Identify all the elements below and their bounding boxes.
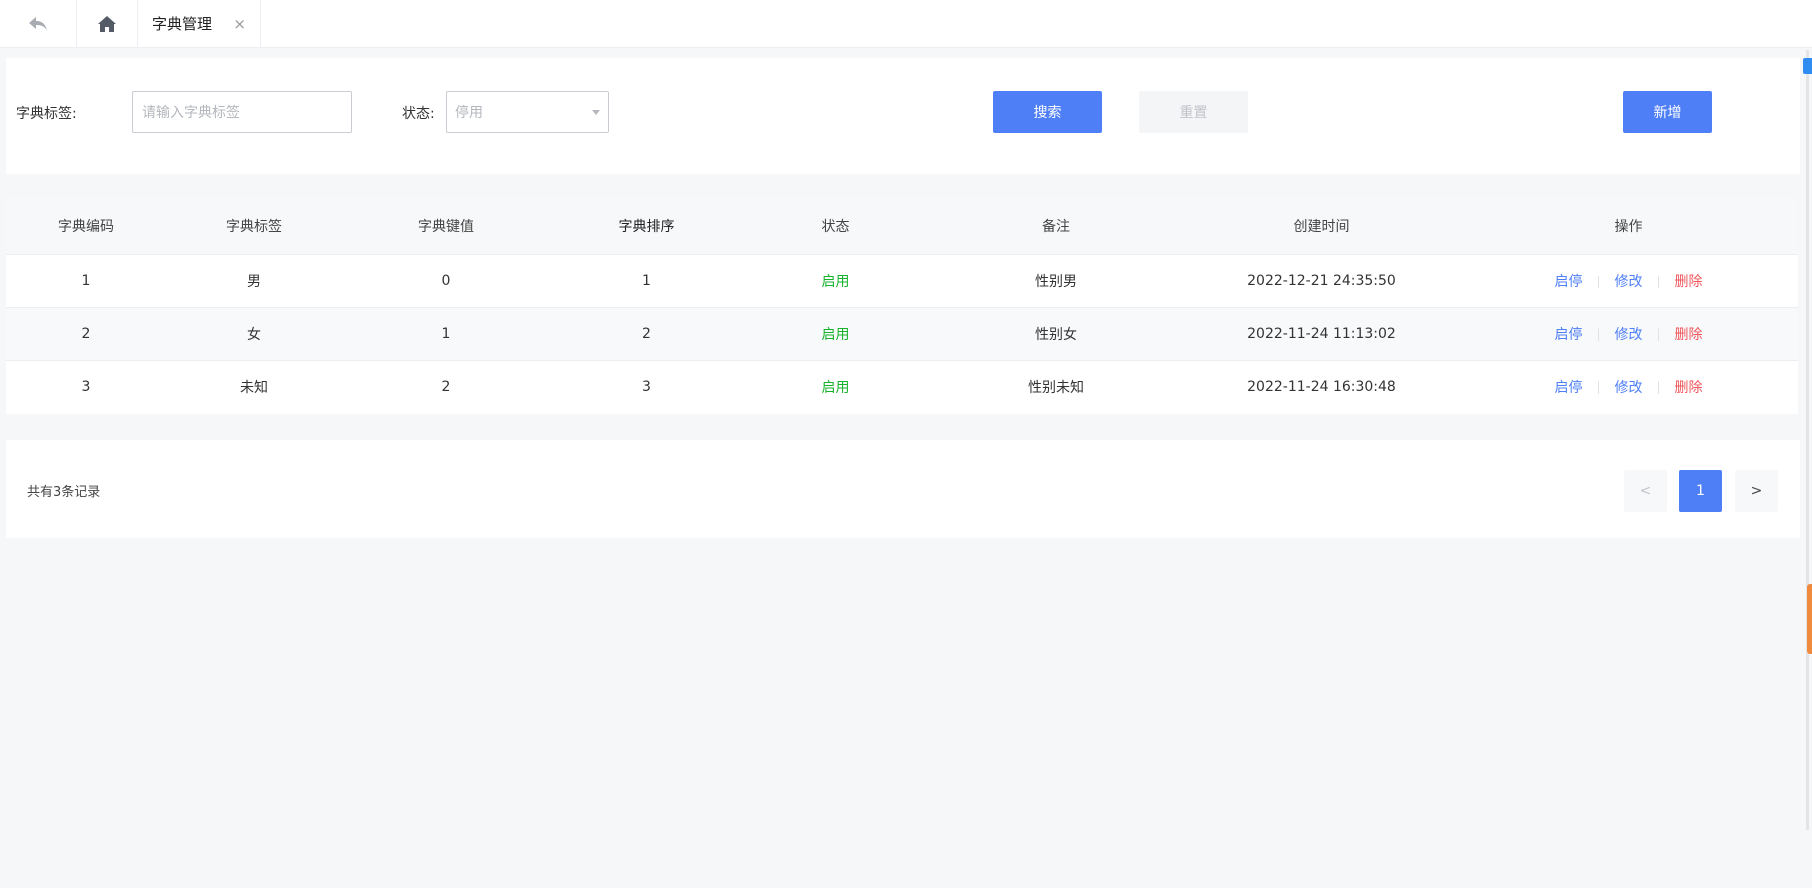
status-select-value: 停用: [455, 105, 483, 121]
cell-created: 2022-11-24 11:13:02: [1184, 306, 1459, 360]
header-remark: 备注: [928, 198, 1184, 254]
next-page-button[interactable]: >: [1735, 470, 1778, 512]
cell-code: 2: [6, 306, 166, 360]
dict-label-input[interactable]: [132, 91, 352, 133]
edit-button[interactable]: 修改: [1601, 377, 1657, 397]
header-key: 字典键值: [342, 198, 550, 254]
search-panel: 字典标签: 状态: 停用 搜索 重置 新增: [6, 58, 1800, 174]
close-icon[interactable]: ×: [233, 15, 246, 33]
table-row: 1 男 0 1 启用 性别男 2022-12-21 24:35:50 启停 | …: [6, 253, 1798, 307]
cell-status: 启用: [743, 253, 928, 307]
cell-key: 1: [342, 306, 550, 360]
table-header-row: 字典编码 字典标签 字典键值 字典排序 状态 备注 创建时间 操作: [6, 198, 1798, 254]
cell-actions: 启停 | 修改 | 删除: [1459, 253, 1798, 307]
delete-button[interactable]: 删除: [1661, 271, 1717, 291]
side-tab-handle[interactable]: [1803, 58, 1812, 74]
chevron-down-icon: [592, 109, 600, 115]
back-button[interactable]: [0, 0, 77, 47]
toggle-button[interactable]: 启停: [1540, 377, 1596, 397]
cell-actions: 启停 | 修改 | 删除: [1459, 306, 1798, 360]
edit-button[interactable]: 修改: [1601, 324, 1657, 344]
pagination-bar: 共有3条记录 < 1 >: [6, 440, 1800, 538]
cell-key: 0: [342, 253, 550, 307]
cell-remark: 性别女: [928, 306, 1184, 360]
header-label: 字典标签: [166, 198, 342, 254]
search-button[interactable]: 搜索: [993, 91, 1102, 133]
add-button[interactable]: 新增: [1623, 91, 1712, 133]
dict-label-field-label: 字典标签:: [16, 106, 77, 122]
cell-sort: 2: [550, 306, 743, 360]
header-code: 字典编码: [6, 198, 166, 254]
cell-remark: 性别男: [928, 253, 1184, 307]
total-records: 共有3条记录: [27, 485, 101, 500]
page-1-button[interactable]: 1: [1679, 470, 1722, 512]
dictionary-table: 字典编码 字典标签 字典键值 字典排序 状态 备注 创建时间 操作 1 男 0 …: [6, 198, 1798, 414]
cell-status: 启用: [743, 306, 928, 360]
cell-sort: 1: [550, 253, 743, 307]
cell-sort: 3: [550, 359, 743, 413]
cell-created: 2022-11-24 16:30:48: [1184, 359, 1459, 413]
scrollbar[interactable]: [1806, 50, 1809, 830]
header-created: 创建时间: [1184, 198, 1459, 254]
prev-page-button[interactable]: <: [1624, 470, 1667, 512]
delete-button[interactable]: 删除: [1661, 324, 1717, 344]
home-button[interactable]: [77, 0, 138, 47]
cell-status: 启用: [743, 359, 928, 413]
table-row: 2 女 1 2 启用 性别女 2022-11-24 11:13:02 启停 | …: [6, 306, 1798, 360]
cell-label: 女: [166, 306, 342, 360]
cell-key: 2: [342, 359, 550, 413]
cell-actions: 启停 | 修改 | 删除: [1459, 359, 1798, 413]
cell-label: 男: [166, 253, 342, 307]
tab-dictionary-management[interactable]: 字典管理 ×: [138, 0, 261, 47]
edit-button[interactable]: 修改: [1601, 271, 1657, 291]
header-sort: 字典排序: [550, 198, 743, 254]
cell-code: 1: [6, 253, 166, 307]
toggle-button[interactable]: 启停: [1540, 271, 1596, 291]
header-status: 状态: [743, 198, 928, 254]
delete-button[interactable]: 删除: [1661, 377, 1717, 397]
reset-button[interactable]: 重置: [1139, 91, 1248, 133]
side-float-handle[interactable]: [1807, 584, 1812, 654]
status-select[interactable]: 停用: [446, 91, 609, 133]
home-icon: [98, 15, 116, 32]
back-arrow-icon: [29, 16, 47, 31]
toggle-button[interactable]: 启停: [1540, 324, 1596, 344]
cell-remark: 性别未知: [928, 359, 1184, 413]
cell-label: 未知: [166, 359, 342, 413]
cell-code: 3: [6, 359, 166, 413]
tab-bar: 字典管理 ×: [0, 0, 1812, 48]
table-row: 3 未知 2 3 启用 性别未知 2022-11-24 16:30:48 启停 …: [6, 359, 1798, 413]
cell-created: 2022-12-21 24:35:50: [1184, 253, 1459, 307]
tab-label: 字典管理: [152, 15, 213, 33]
status-field-label: 状态:: [402, 106, 435, 122]
header-actions: 操作: [1459, 198, 1798, 254]
